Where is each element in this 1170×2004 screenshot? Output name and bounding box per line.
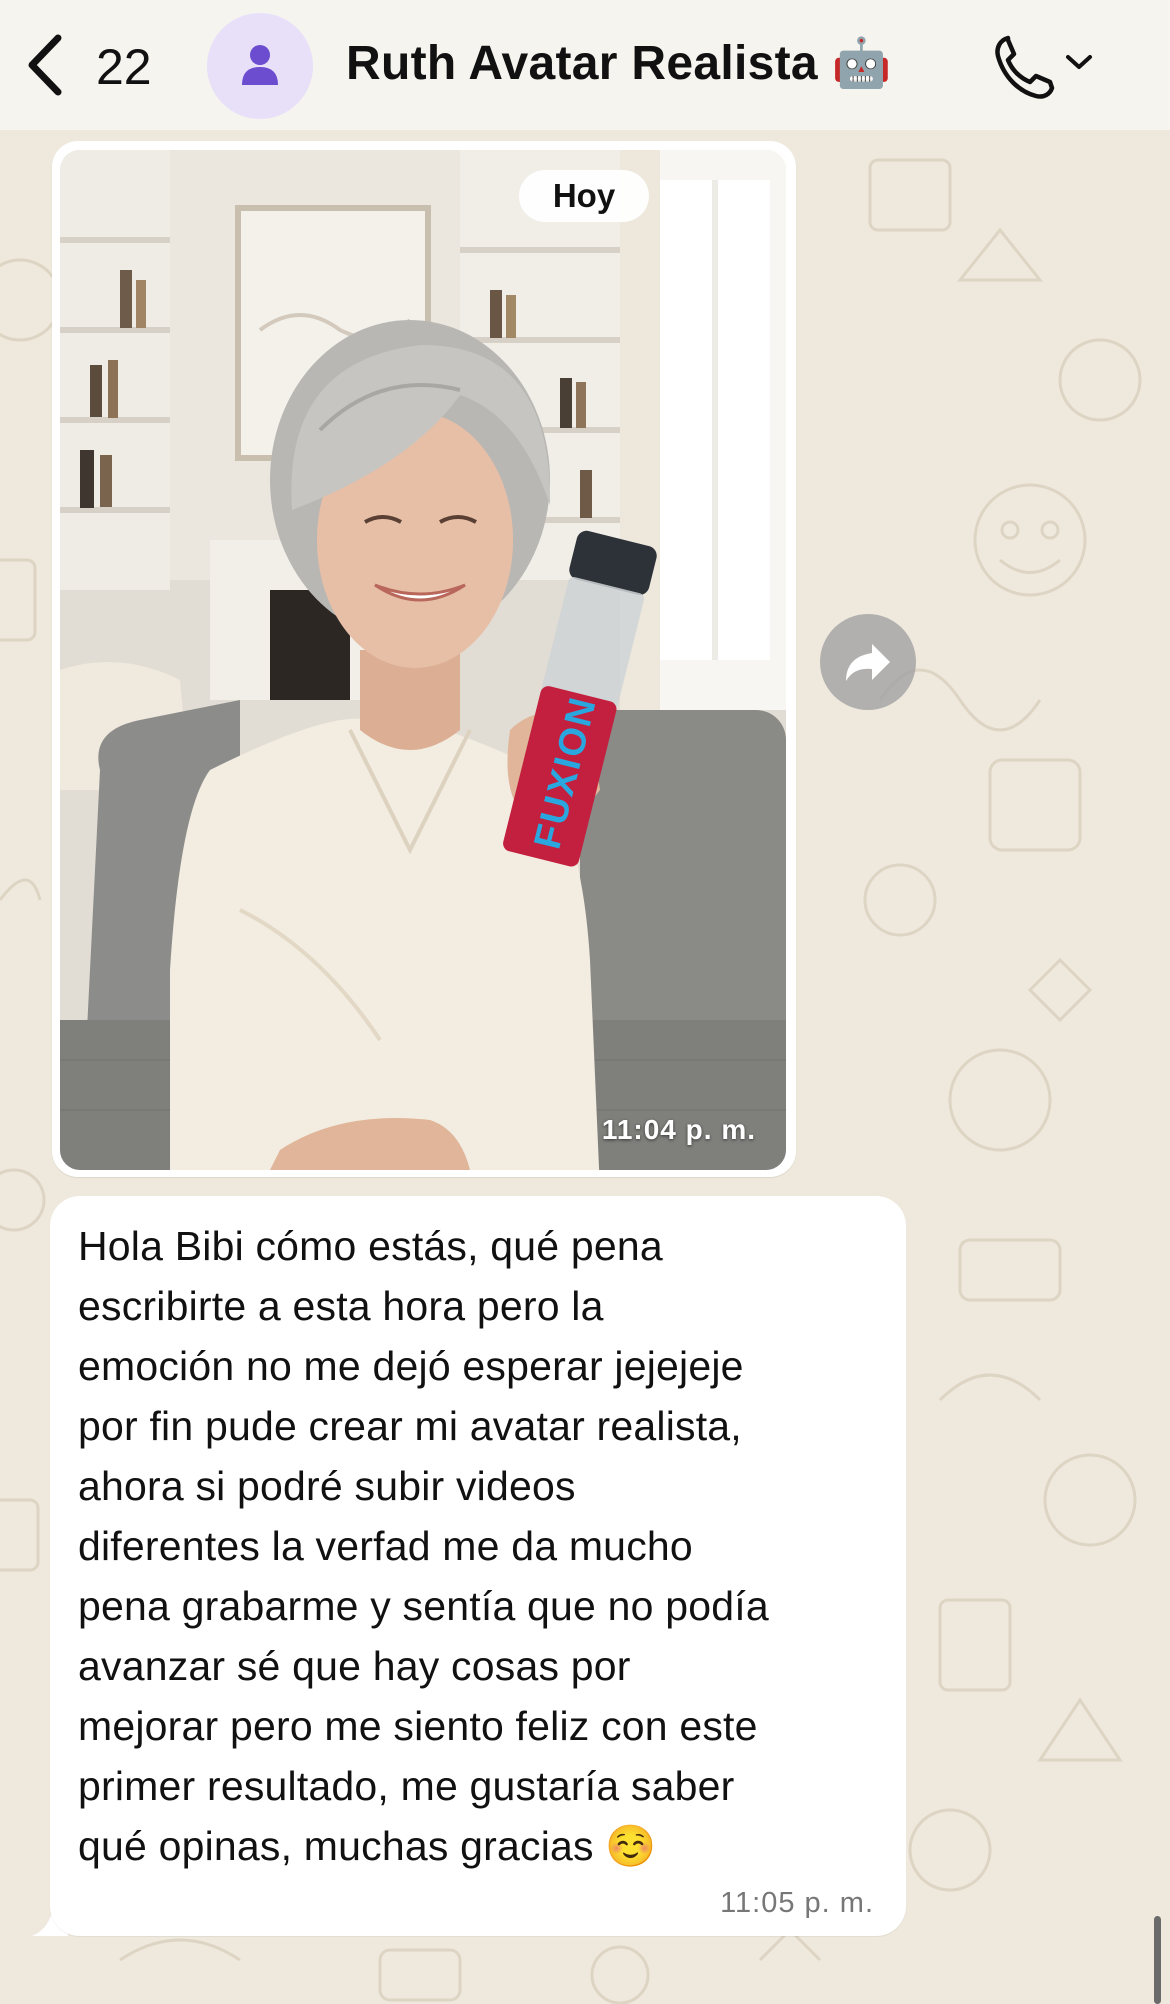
message-line: Hola Bibi cómo estás, qué pena (78, 1223, 663, 1269)
text-message-bubble[interactable]: Hola Bibi cómo estás, qué pena escribirt… (50, 1196, 906, 1936)
robot-emoji: 🤖 (831, 37, 892, 90)
person-icon (242, 45, 278, 85)
message-line: por fin pude crear mi avatar realista, (78, 1403, 742, 1449)
phone-icon (995, 35, 1055, 99)
message-line: escribirte a esta hora pero la (78, 1283, 604, 1329)
unread-count: 22 (96, 39, 152, 95)
chat-header: 22 Ruth Avatar Realista 🤖 (0, 0, 1170, 130)
message-line: pena grabarme y sentía que no podía (78, 1583, 769, 1629)
message-line: ahora si podré subir videos (78, 1463, 576, 1509)
image-timestamp: 11:04 p. m. (601, 1114, 756, 1145)
contact-avatar[interactable] (207, 13, 313, 119)
chevron-down-icon (1066, 55, 1092, 69)
message-line: primer resultado, me gustaría saber (78, 1763, 735, 1809)
call-button[interactable] (990, 30, 1100, 100)
message-timestamp: 11:05 p. m. (720, 1887, 874, 1919)
contact-name[interactable]: Ruth Avatar Realista 🤖 (346, 34, 892, 91)
message-line: emoción no me dejó esperar jejejeje (78, 1343, 744, 1389)
message-text: Hola Bibi cómo estás, qué pena escribirt… (78, 1216, 898, 1876)
contact-name-text: Ruth Avatar Realista (346, 37, 818, 90)
message-line: mejorar pero me siento feliz con este (78, 1703, 758, 1749)
date-chip: Hoy (519, 170, 649, 222)
image-message-bubble[interactable]: FUXION 11:04 p. m. (52, 141, 796, 1177)
message-line: qué opinas, muchas gracias ☺️ (78, 1823, 657, 1869)
back-button[interactable]: 22 (22, 26, 172, 104)
message-line: avanzar sé que hay cosas por (78, 1643, 631, 1689)
scrollbar[interactable] (1154, 1916, 1161, 2004)
forward-icon (846, 644, 890, 681)
forward-button[interactable] (820, 614, 916, 710)
chevron-left-icon (28, 34, 62, 96)
message-line: diferentes la verfad me da mucho (78, 1523, 693, 1569)
message-photo[interactable]: FUXION 11:04 p. m. (60, 150, 786, 1170)
